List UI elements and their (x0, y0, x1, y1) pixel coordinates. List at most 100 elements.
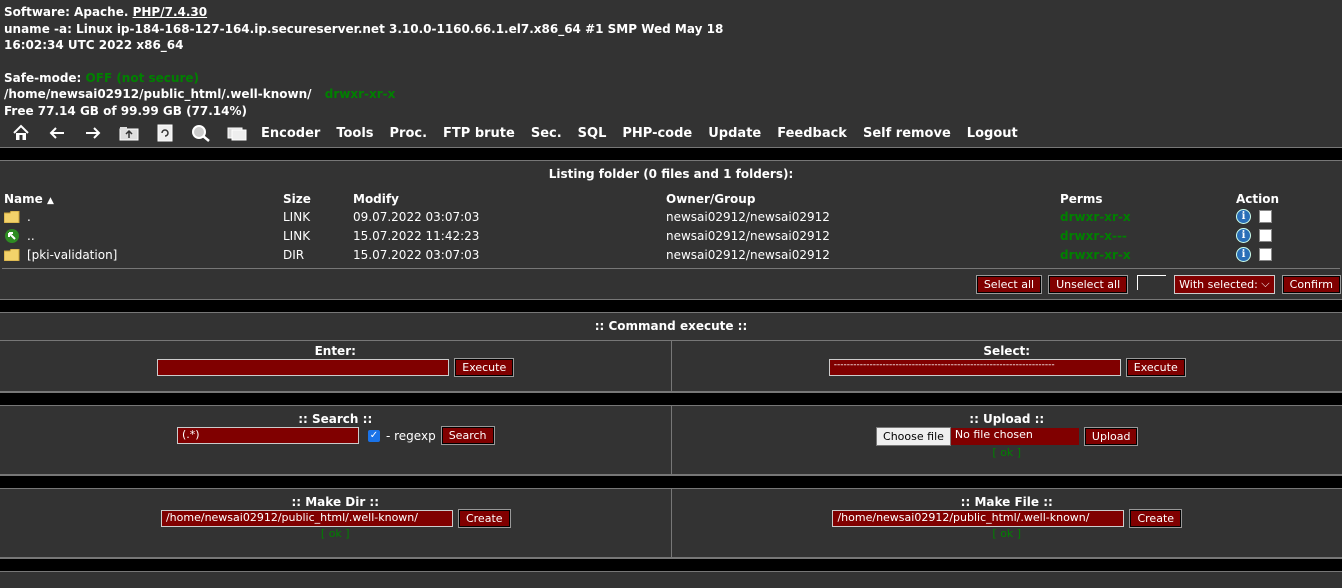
menu-self-remove[interactable]: Self remove (863, 126, 951, 141)
unselect-all-button[interactable]: Unselect all (1048, 274, 1129, 294)
file-modify: 09.07.2022 03:07:03 (353, 209, 480, 224)
regexp-label: - regexp (385, 428, 436, 443)
file-perms[interactable]: drwxr-xr-x (1060, 207, 1236, 226)
make-dir-input[interactable]: /home/newsai02912/public_html/.well-know… (160, 510, 453, 527)
make-file-panel: :: Make File :: /home/newsai02912/public… (670, 489, 1342, 557)
menu-php-code[interactable]: PHP-code (622, 126, 692, 141)
search-panel: :: Search :: (.*) ✓ - regexp Search (0, 406, 671, 474)
search-upload-panel: :: Search :: (.*) ✓ - regexp Search :: U… (0, 406, 1342, 475)
command-enter: Enter: Execute (0, 341, 671, 391)
execute-button[interactable]: Execute (454, 358, 515, 377)
with-selected-select[interactable]: With selected: ⌵ (1174, 274, 1275, 294)
buffer-icon[interactable] (219, 122, 255, 144)
select-all-button[interactable]: Select all (975, 274, 1043, 294)
header-size[interactable]: Size (283, 189, 353, 207)
menu-tools[interactable]: Tools (336, 126, 373, 141)
up-folder-icon[interactable] (111, 122, 147, 144)
file-modify: 15.07.2022 11:42:23 (353, 228, 480, 243)
row-checkbox[interactable] (1259, 210, 1272, 223)
header-perms[interactable]: Perms (1060, 189, 1236, 207)
path-line: /home/newsai02912/public_html/.well-know… (4, 86, 1338, 103)
file-owner: newsai02912/newsai02912 (666, 247, 830, 262)
row-checkbox[interactable] (1259, 248, 1272, 261)
search-icon[interactable] (183, 122, 219, 144)
command-select: Select: --------------------------------… (670, 341, 1342, 391)
menu-sql[interactable]: SQL (578, 126, 607, 141)
menu-feedback[interactable]: Feedback (777, 126, 847, 141)
choose-file-button[interactable]: Choose file (876, 427, 951, 446)
make-file-title: :: Make File :: (960, 495, 1053, 509)
command-title: :: Command execute :: (0, 313, 1342, 341)
menu-sec[interactable]: Sec. (531, 126, 562, 141)
menu-encoder[interactable]: Encoder (261, 126, 320, 141)
info-icon[interactable]: i (1236, 228, 1251, 243)
current-path[interactable]: /home/newsai02912/public_html/.well-know… (4, 87, 312, 101)
separator (0, 475, 1342, 489)
menu-ftp-brute[interactable]: FTP brute (443, 126, 515, 141)
header-name[interactable]: Name ▲ (4, 189, 283, 207)
search-button[interactable]: Search (440, 426, 495, 445)
uname-line-2: 16:02:34 UTC 2022 x86_64 (4, 38, 184, 52)
make-file-input[interactable]: /home/newsai02912/public_html/.well-know… (832, 510, 1125, 527)
file-perms[interactable]: drwxr-x--- (1060, 226, 1236, 245)
make-dir-title: :: Make Dir :: (291, 495, 380, 509)
bulk-actions: Select all Unselect all With selected: ⌵… (0, 269, 1342, 299)
execute-select-button[interactable]: Execute (1125, 358, 1186, 377)
no-file-chosen: No file chosen (950, 428, 1079, 445)
enter-label: Enter: (314, 344, 356, 358)
file-name[interactable]: . (27, 210, 31, 224)
search-input[interactable]: (.*) (176, 427, 359, 444)
php-version-link[interactable]: PHP/7.4.30 (133, 5, 208, 19)
row-checkbox[interactable] (1259, 229, 1272, 242)
command-input[interactable] (157, 359, 450, 376)
header-action: Action (1236, 192, 1280, 206)
menu-update[interactable]: Update (708, 126, 761, 141)
file-owner: newsai02912/newsai02912 (666, 228, 830, 243)
forward-icon[interactable] (75, 122, 111, 144)
safemode-value: OFF (not secure) (85, 70, 199, 85)
separator (0, 147, 1342, 161)
folder-icon (4, 248, 20, 261)
upload-title: :: Upload :: (969, 412, 1045, 426)
regexp-checkbox[interactable]: ✓ (367, 429, 380, 442)
file-owner: newsai02912/newsai02912 (666, 209, 830, 224)
menu-logout[interactable]: Logout (967, 126, 1018, 141)
uname-line-1: uname -a: Linux ip-184-168-127-164.ip.se… (4, 21, 724, 36)
upload-panel: :: Upload :: Choose file No file chosen … (670, 406, 1342, 474)
back-icon[interactable] (39, 122, 75, 144)
header-modify[interactable]: Modify (353, 189, 666, 207)
make-dir-status: [ ok ] (320, 527, 350, 540)
confirm-button[interactable]: Confirm (1281, 274, 1342, 294)
sort-asc-icon[interactable]: ▲ (47, 196, 54, 206)
command-panel: Enter: Execute Select: -----------------… (0, 341, 1342, 392)
separator (0, 299, 1342, 313)
file-size: LINK (283, 209, 311, 224)
back-arrow-icon (5, 228, 19, 243)
home-icon[interactable] (3, 122, 39, 144)
create-file-button[interactable]: Create (1129, 509, 1183, 528)
info-icon[interactable]: i (1236, 247, 1251, 262)
make-file-status: [ ok ] (992, 527, 1022, 540)
separator (0, 558, 1342, 572)
create-dir-button[interactable]: Create (457, 509, 511, 528)
refresh-icon[interactable] (147, 122, 183, 144)
chevron-down-icon: ⌵ (1261, 277, 1270, 290)
header-owner[interactable]: Owner/Group (666, 189, 1060, 207)
table-row: .. LINK 15.07.2022 11:42:23 newsai02912/… (4, 226, 1338, 245)
software-label: Software: Apache. (4, 5, 129, 19)
command-select-dropdown[interactable]: ----------------------------------------… (828, 359, 1121, 376)
upload-button[interactable]: Upload (1083, 427, 1139, 446)
make-panel: :: Make Dir :: /home/newsai02912/public_… (0, 489, 1342, 558)
safemode-line: Safe-mode: OFF (not secure) (4, 70, 1338, 87)
info-icon[interactable]: i (1236, 209, 1251, 224)
file-name[interactable]: [pki-validation] (27, 248, 117, 262)
select-label: Select: (983, 344, 1031, 358)
file-perms[interactable]: drwxr-xr-x (1060, 245, 1236, 264)
software-line: Software: Apache. PHP/7.4.30 (4, 4, 1338, 21)
listing-title: Listing folder (0 files and 1 folders): (548, 167, 794, 181)
file-size: LINK (283, 228, 311, 243)
file-size: DIR (283, 247, 305, 262)
file-name[interactable]: .. (27, 229, 35, 243)
menu-proc[interactable]: Proc. (390, 126, 428, 141)
arrow-hint-icon (1137, 274, 1167, 290)
